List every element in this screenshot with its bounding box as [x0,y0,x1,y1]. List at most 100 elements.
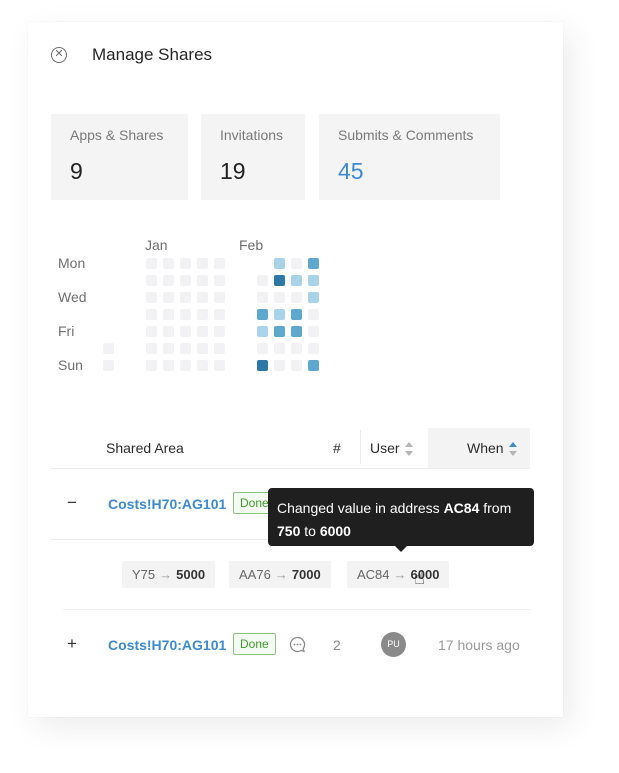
heatmap-cell[interactable] [214,275,225,286]
heatmap-cell[interactable] [197,343,208,354]
shared-area-link[interactable]: Costs!H70:AG101 [108,496,226,512]
divider [63,609,530,610]
column-header-count[interactable]: # [333,440,341,456]
stat-value: 19 [220,158,246,184]
stat-apps-shares[interactable]: Apps & Shares 9 [51,114,188,200]
heatmap-cell[interactable] [274,275,285,286]
heatmap-cell[interactable] [163,360,174,371]
collapse-row-button[interactable]: − [67,493,77,513]
stat-invitations[interactable]: Invitations 19 [201,114,305,200]
heatmap-cell[interactable] [291,326,302,337]
column-header-when[interactable]: When [467,440,517,457]
tooltip-to-value: 6000 [319,523,351,539]
heatmap-cell[interactable] [214,360,225,371]
heatmap-cell[interactable] [197,275,208,286]
close-icon[interactable]: ✕ [51,47,67,63]
heatmap-cell[interactable] [274,258,285,269]
tooltip-text: from [479,500,512,516]
heatmap-cell[interactable] [146,292,157,303]
heatmap-cell[interactable] [180,343,191,354]
column-header-label: User [370,440,400,456]
heatmap-cell[interactable] [146,326,157,337]
change-to: 7000 [291,567,321,582]
change-tooltip: Changed value in address AC84 from 750 to… [268,488,534,552]
heatmap-cell[interactable] [180,326,191,337]
heatmap-cell[interactable] [274,309,285,320]
heatmap-cell[interactable] [291,360,302,371]
heatmap-cell[interactable] [274,360,285,371]
heatmap-cell[interactable] [291,258,302,269]
heatmap-cell[interactable] [146,309,157,320]
heatmap-cell[interactable] [214,309,225,320]
shared-area-link[interactable]: Costs!H70:AG101 [108,637,226,653]
heatmap-cell[interactable] [180,292,191,303]
heatmap-cell[interactable] [214,343,225,354]
divider [51,468,530,469]
stat-label: Invitations [220,127,284,143]
heatmap-cell[interactable] [291,343,302,354]
heatmap-cell[interactable] [257,326,268,337]
heatmap-cell[interactable] [146,275,157,286]
heatmap-cell[interactable] [180,258,191,269]
heatmap-cell[interactable] [214,326,225,337]
tooltip-text: to [300,523,320,539]
heatmap-cell[interactable] [257,360,268,371]
heatmap-cell[interactable] [308,258,319,269]
expand-row-button[interactable]: + [67,634,77,654]
heatmap-cell[interactable] [308,309,319,320]
heatmap-cell[interactable] [103,343,114,354]
heatmap-cell[interactable] [274,343,285,354]
heatmap-cell[interactable] [274,326,285,337]
heatmap-cell[interactable] [146,258,157,269]
sort-icon[interactable] [508,442,517,457]
arrow-right-icon: → [274,567,288,582]
heatmap-cell[interactable] [291,309,302,320]
heatmap-cell[interactable] [163,343,174,354]
heatmap-cell[interactable] [197,309,208,320]
heatmap-cell[interactable] [180,309,191,320]
heatmap-cell[interactable] [103,360,114,371]
heatmap-cell[interactable] [257,275,268,286]
heatmap-cell[interactable] [308,292,319,303]
heatmap-cell[interactable] [257,292,268,303]
stat-label: Submits & Comments [338,127,474,143]
heatmap-cell[interactable] [308,360,319,371]
heatmap-cell[interactable] [163,258,174,269]
heatmap-cell[interactable] [214,292,225,303]
heatmap-cell[interactable] [308,343,319,354]
change-from: AC84 [357,567,390,582]
heatmap-cell[interactable] [146,360,157,371]
change-from: Y75 [132,567,156,582]
heatmap-cell[interactable] [257,309,268,320]
heatmap-cell[interactable] [197,360,208,371]
change-chip[interactable]: AC84 → 6000 [347,561,450,588]
heatmap-day-label: Fri [58,323,75,339]
pointer-cursor-icon: ☝ [414,568,425,588]
heatmap-cell[interactable] [197,258,208,269]
heatmap-cell[interactable] [197,326,208,337]
heatmap-cell[interactable] [163,309,174,320]
tooltip-address: AC84 [443,500,480,516]
heatmap-cell[interactable] [308,326,319,337]
avatar[interactable]: PU [381,632,406,657]
heatmap-cell[interactable] [180,275,191,286]
stat-submits-comments[interactable]: Submits & Comments 45 [319,114,500,200]
column-header-user[interactable]: User [370,440,413,457]
sort-icon[interactable] [404,442,413,457]
heatmap-cell[interactable] [180,360,191,371]
heatmap-cell[interactable] [163,275,174,286]
heatmap-cell[interactable] [291,275,302,286]
comment-icon[interactable] [289,636,306,653]
change-chip[interactable]: Y75 → 5000 [122,561,216,588]
heatmap-cell[interactable] [163,326,174,337]
heatmap-cell[interactable] [291,292,302,303]
heatmap-cell[interactable] [274,292,285,303]
heatmap-cell[interactable] [257,343,268,354]
heatmap-cell[interactable] [214,258,225,269]
column-header-shared-area[interactable]: Shared Area [106,440,184,456]
heatmap-cell[interactable] [163,292,174,303]
heatmap-cell[interactable] [146,343,157,354]
change-chip[interactable]: AA76 → 7000 [229,561,331,588]
heatmap-cell[interactable] [308,275,319,286]
heatmap-cell[interactable] [197,292,208,303]
